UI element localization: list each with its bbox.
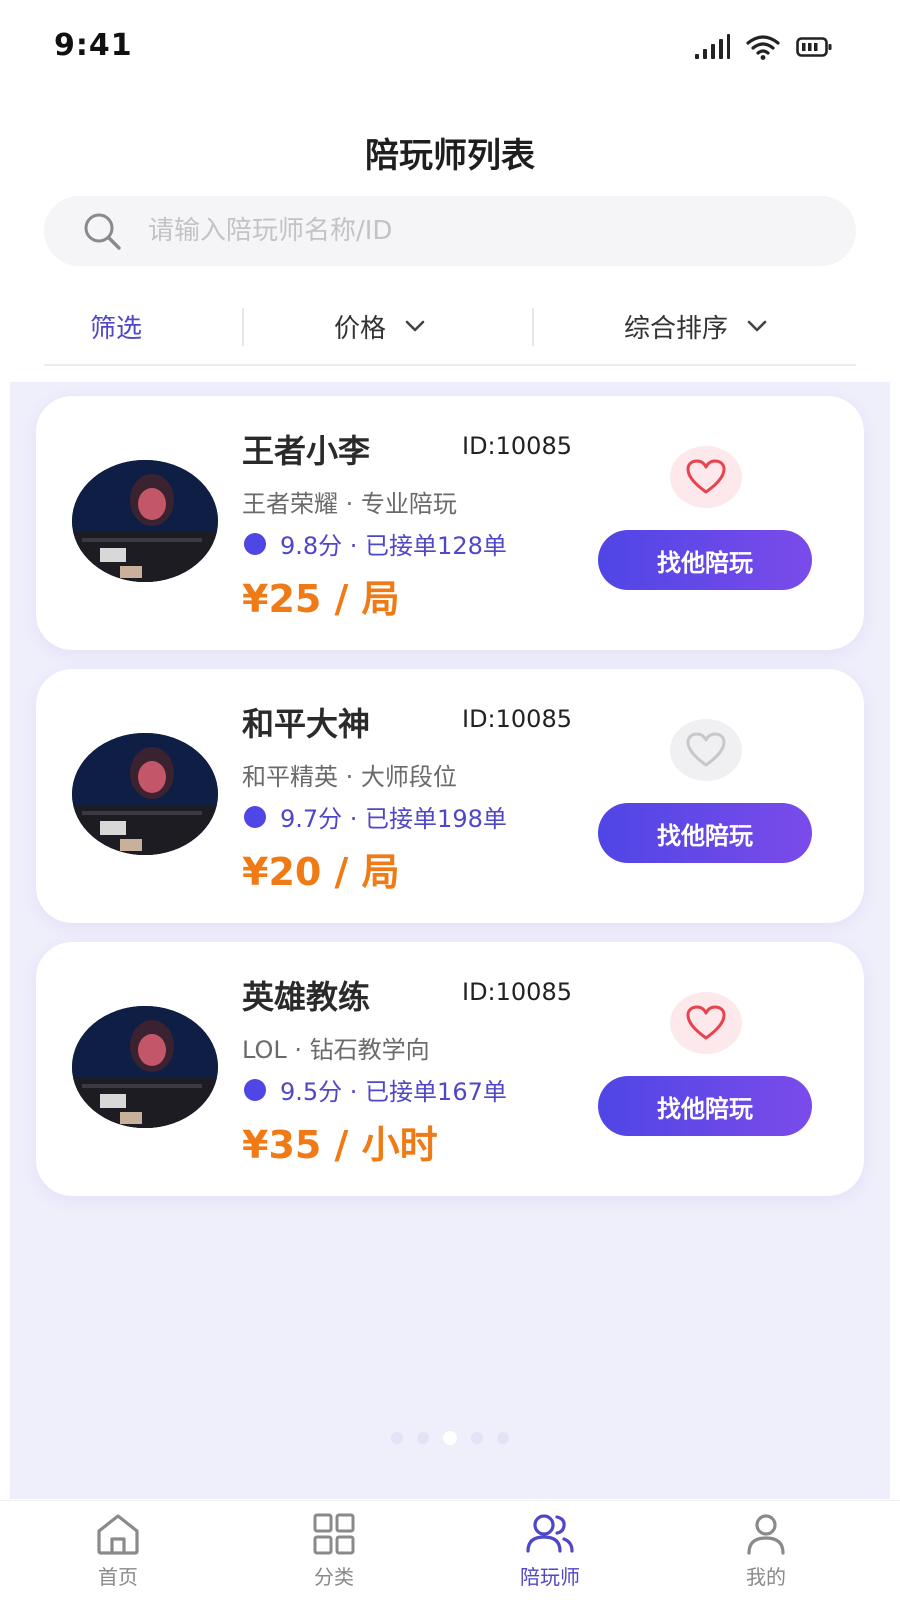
heart-icon: [686, 459, 726, 494]
tab-profile-label: 我的: [746, 1565, 786, 1589]
user-icon: [747, 1514, 785, 1555]
player-name: 和平大神: [242, 705, 371, 743]
battery-icon: [796, 37, 832, 57]
filter-button[interactable]: 筛选: [90, 306, 142, 346]
rating-text: 9.8分 · 已接单128单: [280, 532, 507, 560]
player-card[interactable]: 王者小李 ID:10085 王者荣耀 · 专业陪玩 9.8分 · 已接单128单…: [36, 396, 864, 650]
book-player-button[interactable]: 找他陪玩: [598, 530, 812, 590]
player-avatar: [72, 460, 218, 582]
favorite-button[interactable]: [670, 719, 742, 781]
player-price: ¥25 / 局: [242, 577, 400, 621]
status-icons: [694, 34, 832, 60]
rating-text: 9.5分 · 已接单167单: [280, 1078, 507, 1106]
bottom-tab-bar: 首页 分类 陪玩师 我的: [0, 1500, 900, 1600]
users-icon: [526, 1514, 574, 1553]
favorite-button[interactable]: [670, 446, 742, 508]
player-name: 英雄教练: [242, 978, 371, 1016]
rating-dot-icon: [244, 1078, 266, 1101]
player-id: ID:10085: [462, 705, 572, 733]
status-time: 9:41: [54, 28, 133, 63]
player-game-info: 和平精英 · 大师段位: [242, 763, 457, 791]
filter-divider: [532, 308, 534, 346]
page-dot: [417, 1432, 429, 1444]
heart-icon: [686, 1005, 726, 1040]
wifi-icon: [746, 35, 780, 60]
page-title: 陪玩师列表: [365, 136, 535, 176]
home-icon: [97, 1514, 139, 1555]
player-id: ID:10085: [462, 432, 572, 460]
player-card[interactable]: 和平大神 ID:10085 和平精英 · 大师段位 9.7分 · 已接单198单…: [36, 669, 864, 923]
heart-outline-icon: [686, 732, 726, 767]
player-rating: 9.5分 · 已接单167单: [242, 1072, 507, 1107]
page-dot: [497, 1432, 509, 1444]
player-list[interactable]: 王者小李 ID:10085 王者荣耀 · 专业陪玩 9.8分 · 已接单128单…: [10, 382, 890, 1499]
rating-text: 9.7分 · 已接单198单: [280, 805, 507, 833]
player-rating: 9.8分 · 已接单128单: [242, 526, 507, 561]
tab-players[interactable]: 陪玩师: [490, 1513, 610, 1590]
price-sort-dropdown[interactable]: 价格: [334, 306, 426, 346]
grid-icon: [313, 1513, 355, 1555]
page-dot-active: [443, 1431, 457, 1445]
chevron-down-icon: [405, 320, 425, 332]
filter-label: 筛选: [90, 313, 143, 344]
player-id: ID:10085: [462, 978, 572, 1006]
chevron-down-icon: [747, 320, 767, 332]
page-dot: [471, 1432, 483, 1444]
rating-dot-icon: [244, 532, 266, 555]
signal-icon: [695, 34, 730, 59]
search-icon: [84, 213, 121, 250]
search-bar[interactable]: [44, 196, 856, 266]
player-name: 王者小李: [242, 432, 371, 470]
page-indicator: [10, 1431, 890, 1445]
player-price: ¥35 / 小时: [242, 1123, 438, 1167]
book-player-button[interactable]: 找他陪玩: [598, 803, 812, 863]
book-player-button[interactable]: 找他陪玩: [598, 1076, 812, 1136]
overall-sort-label: 综合排序: [624, 313, 729, 344]
tab-home-label: 首页: [98, 1565, 138, 1589]
player-price: ¥20 / 局: [242, 850, 400, 894]
page-dot: [391, 1432, 403, 1444]
overall-sort-dropdown[interactable]: 综合排序: [624, 306, 768, 346]
player-card[interactable]: 英雄教练 ID:10085 LOL · 钻石教学向 9.5分 · 已接单167单…: [36, 942, 864, 1196]
player-game-info: LOL · 钻石教学向: [242, 1036, 430, 1064]
filter-divider: [242, 308, 244, 346]
tab-category-label: 分类: [314, 1565, 354, 1589]
tab-players-label: 陪玩师: [520, 1565, 580, 1589]
tab-profile[interactable]: 我的: [706, 1513, 826, 1590]
favorite-button[interactable]: [670, 992, 742, 1054]
rating-dot-icon: [244, 805, 266, 828]
player-avatar: [72, 1006, 218, 1128]
player-game-info: 王者荣耀 · 专业陪玩: [242, 490, 457, 518]
status-bar: 9:41: [0, 0, 900, 96]
tab-home[interactable]: 首页: [58, 1513, 178, 1590]
filter-bar: 筛选 价格 综合排序: [44, 296, 856, 366]
player-avatar: [72, 733, 218, 855]
search-input[interactable]: [148, 216, 788, 246]
price-sort-label: 价格: [334, 313, 387, 344]
player-rating: 9.7分 · 已接单198单: [242, 799, 507, 834]
tab-category[interactable]: 分类: [274, 1513, 394, 1590]
